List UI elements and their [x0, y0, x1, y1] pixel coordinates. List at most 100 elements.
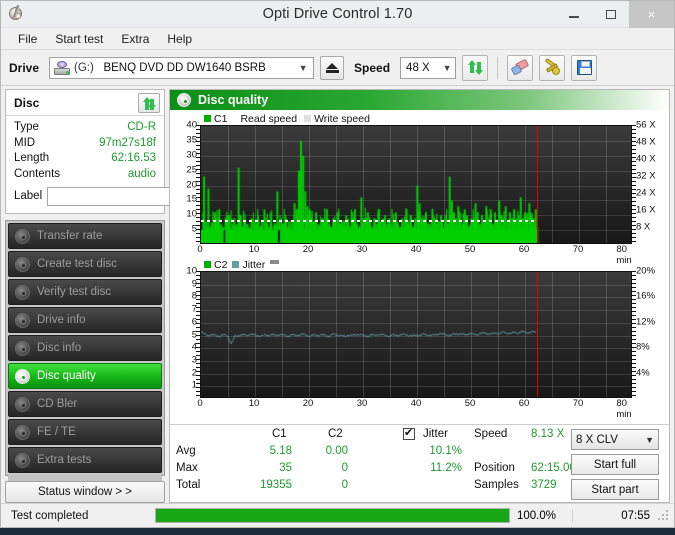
status-bar: Test completed 100.0% 07:55 — [1, 503, 674, 527]
read-speed-line — [201, 219, 537, 222]
menu-item-help[interactable]: Help — [158, 30, 201, 48]
refresh-button[interactable] — [462, 54, 489, 81]
disc-row-value: audio — [127, 167, 156, 180]
sidebar-item-transfer-rate[interactable]: Transfer rate — [8, 223, 162, 249]
speed-select[interactable]: 48 X ▼ — [400, 56, 457, 79]
legend-label: Jitter — [242, 258, 266, 271]
status-window-button[interactable]: Status window > > — [5, 481, 165, 503]
disc-refresh-button[interactable] — [138, 93, 160, 113]
axis-tick-marks — [632, 271, 636, 398]
stats-c1-max: 35 — [279, 462, 292, 474]
sidebar-item-verify-test-disc[interactable]: Verify test disc — [8, 279, 162, 305]
stats-c2-total: 0 — [341, 479, 348, 491]
c2-y-axis: 1 2 3 4 5 6 7 8 9 10 — [170, 266, 200, 398]
test-speed-select[interactable]: 8 X CLV ▼ — [571, 429, 659, 450]
legend-label: C1 — [214, 112, 228, 125]
disc-label-row: Label — [14, 185, 253, 207]
start-full-button[interactable]: Start full — [571, 454, 659, 475]
drive-letter: (G:) — [74, 61, 94, 74]
axis-tick-label: 10 — [248, 398, 260, 409]
disc-row-key: Length — [14, 152, 50, 164]
disc-info-box: Disc Type CD-R MID 97m27s18f Length 62:1… — [5, 89, 253, 214]
c2-plot — [200, 271, 632, 398]
disc-icon — [15, 256, 30, 272]
stats-col-c1: C1 — [272, 428, 287, 440]
sidebar-item-cd-bler[interactable]: CD Bler — [8, 391, 162, 417]
progress-percent: 100.0% — [517, 509, 557, 522]
position-marker — [536, 272, 539, 397]
sidebar-item-disc-quality[interactable]: Disc quality — [8, 363, 162, 389]
axis-tick-label: 4% — [636, 367, 650, 379]
axis-tick-label: 50 — [464, 398, 476, 409]
menu-item-start-test[interactable]: Start test — [46, 30, 112, 48]
stats-row-max: Max — [176, 462, 198, 474]
drive-select-value: (G:) BENQ DVD DD DW1640 BSRB — [74, 62, 295, 74]
axis-tick-label: 20% — [636, 265, 656, 277]
c1-plot-wrap: 5 10 15 20 25 30 35 40 8 X 16 X 24 X 32 X 40 X 48 X 5… — [170, 120, 669, 244]
axis-tick-label: 30 — [356, 398, 368, 409]
disc-icon — [15, 368, 30, 384]
menu-item-file[interactable]: File — [9, 30, 46, 48]
c1-x-axis: 0 10 20 30 40 50 60 70 80 min — [197, 244, 632, 266]
axis-tick-label: 70 — [572, 244, 584, 255]
menu-item-extra[interactable]: Extra — [112, 30, 158, 48]
sidebar-item-disc-info[interactable]: Disc info — [8, 335, 162, 361]
erase-button[interactable] — [507, 54, 534, 81]
c2-x-axis: 0 10 20 30 40 50 60 70 80 min — [197, 398, 632, 420]
sidebar-item-create-test-disc[interactable]: Create test disc — [8, 251, 162, 277]
legend-entry-c1: C1 — [204, 113, 227, 125]
tools-button[interactable] — [539, 54, 566, 81]
legend-label: C2 — [214, 258, 228, 271]
drive-toolbar: Drive (G:) BENQ DVD DD DW1640 BSRB ▼ Spe… — [1, 50, 674, 86]
legend-swatch-icon — [304, 115, 312, 122]
eraser-icon — [510, 58, 529, 76]
sidebar-item-fe-te[interactable]: FE / TE — [8, 419, 162, 445]
drive-select[interactable]: (G:) BENQ DVD DD DW1640 BSRB ▼ — [49, 56, 315, 79]
axis-tick-label: 0 — [197, 398, 203, 409]
disc-row-type: Type CD-R — [14, 120, 156, 136]
progress-fill — [156, 509, 509, 522]
sidebar-item-label: Verify test disc — [37, 286, 112, 298]
axis-tick-label: 56 X — [636, 119, 656, 131]
stats-speed-value: 8.13 X — [531, 428, 565, 440]
eject-button[interactable] — [320, 55, 345, 80]
disc-row-length: Length 62:16.53 — [14, 151, 156, 167]
jitter-checkbox[interactable] — [403, 426, 415, 440]
drive-label: Drive — [9, 60, 40, 75]
axis-tick-label: 16% — [636, 290, 656, 302]
resize-grip-icon[interactable] — [658, 509, 670, 522]
disc-icon — [15, 452, 30, 468]
menu-bar: File Start test Extra Help — [1, 28, 674, 50]
disc-row-mid: MID 97m27s18f — [14, 136, 156, 152]
position-marker — [536, 126, 539, 243]
disc-row-key: Type — [14, 121, 39, 133]
legend-entry-jitter: Jitter — [232, 259, 265, 271]
disc-row-key: Contents — [14, 167, 61, 180]
axis-tick-label: 16 X — [636, 204, 656, 216]
stats-c1-total: 19355 — [260, 479, 292, 491]
start-part-button[interactable]: Start part — [571, 479, 659, 500]
c2-y2-axis: 4% 8% 12% 16% 20% — [632, 266, 669, 398]
stats-jitter-avg: 10.1% — [429, 445, 462, 457]
c1-chart-block: C1 Read speed Write speed 5 10 15 20 25 30 35 4… — [170, 112, 669, 267]
progress-bar — [155, 508, 510, 523]
axis-tick-label: 48 X — [636, 136, 656, 148]
axis-tick-label: 80 min — [616, 398, 632, 420]
c2-chart-block: C2 Jitter 1 2 3 4 5 6 7 8 9 10 4% 8% 12% 16% 20% 0 10 — [170, 258, 669, 421]
c1-y2-axis: 8 X 16 X 24 X 32 X 40 X 48 X 56 X — [632, 120, 669, 244]
axis-tick-label: 10 — [248, 244, 260, 255]
sidebar-item-drive-info[interactable]: Drive info — [8, 307, 162, 333]
axis-tick-label: 40 — [410, 398, 422, 409]
save-button[interactable] — [571, 54, 598, 81]
speed-select-value: 48 X — [406, 61, 430, 74]
main-body: Disc Type CD-R MID 97m27s18f Length 62:1… — [1, 86, 674, 503]
legend-entry-read-speed: Read speed — [240, 113, 297, 125]
axis-tick-marks — [632, 125, 636, 244]
eject-icon — [325, 62, 339, 73]
stats-samples-value: 3729 — [531, 479, 557, 491]
disc-label-key: Label — [14, 190, 43, 202]
sidebar-item-extra-tests[interactable]: Extra tests — [8, 447, 162, 473]
axis-tick-label: 70 — [572, 398, 584, 409]
disc-info-header: Disc — [6, 90, 164, 116]
c1-legend: C1 Read speed Write speed — [170, 112, 669, 125]
